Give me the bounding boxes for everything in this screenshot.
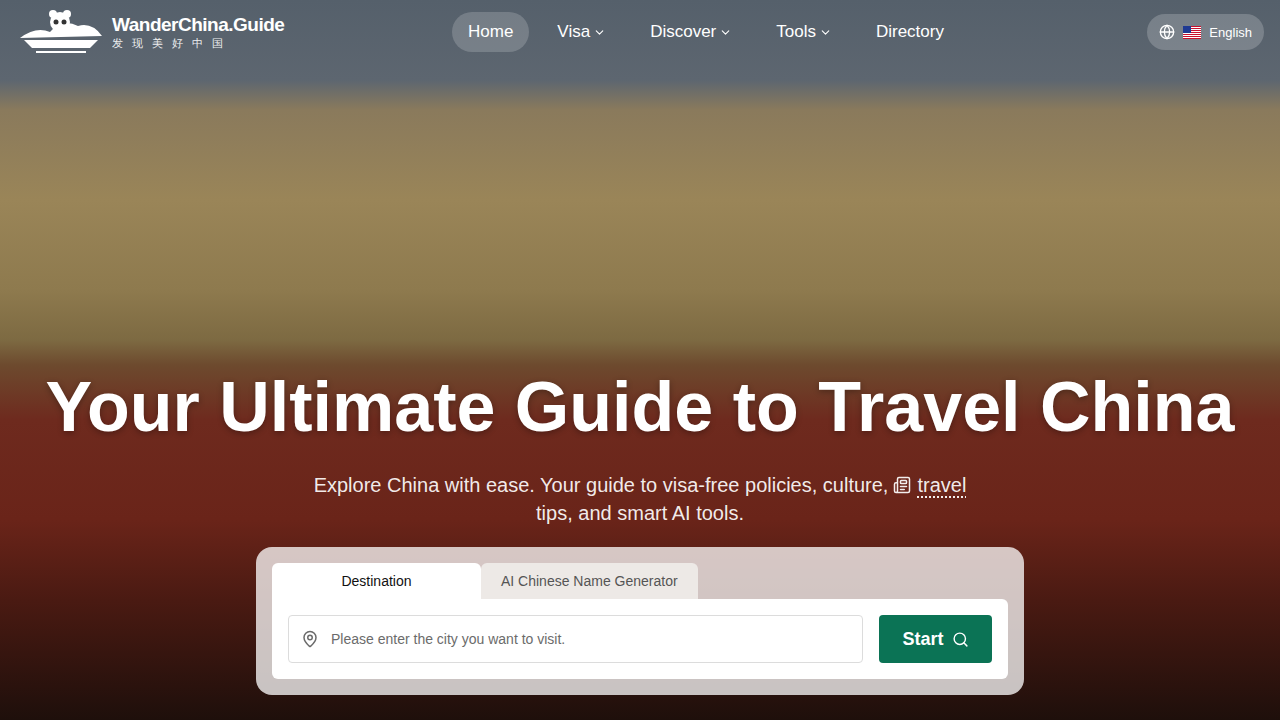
logo-tagline: 发 现 美 好 中 国 xyxy=(112,36,284,50)
search-panel: Start xyxy=(272,599,1008,679)
search-tabs: DestinationAI Chinese Name Generator xyxy=(272,563,1008,599)
logo-title: WanderChina.Guide xyxy=(112,14,284,36)
map-pin-icon xyxy=(301,630,319,648)
main-nav: Home Visa Discover Tools Directory xyxy=(452,12,960,52)
search-tab[interactable]: AI Chinese Name Generator xyxy=(481,563,698,599)
start-button[interactable]: Start xyxy=(879,615,992,663)
logo-text: WanderChina.Guide发 现 美 好 中 国 xyxy=(112,14,284,50)
newspaper-icon xyxy=(893,476,911,494)
nav-item[interactable]: Visa xyxy=(541,12,622,52)
us-flag-icon xyxy=(1183,26,1201,39)
hero: Your Ultimate Guide to Travel China Explo… xyxy=(0,64,1280,720)
globe-icon xyxy=(1159,24,1175,40)
nav-item[interactable]: Directory xyxy=(860,12,960,52)
page: WanderChina.Guide发 现 美 好 中 国 Home Visa Disc… xyxy=(0,0,1280,720)
nav-item[interactable]: Tools xyxy=(760,12,848,52)
search-icon xyxy=(952,631,969,648)
destination-input[interactable] xyxy=(329,630,850,648)
destination-field[interactable] xyxy=(288,615,863,663)
chevron-down-icon xyxy=(593,26,606,39)
travel-link[interactable]: travel xyxy=(917,474,966,496)
chevron-down-icon xyxy=(719,26,732,39)
logo[interactable]: WanderChina.Guide发 现 美 好 中 国 xyxy=(16,8,452,56)
header: WanderChina.Guide发 现 美 好 中 国 Home Visa Disc… xyxy=(0,0,1280,64)
language-button[interactable]: English xyxy=(1147,14,1264,50)
chevron-down-icon xyxy=(819,26,832,39)
nav-item[interactable]: Home xyxy=(452,12,529,52)
nav-item[interactable]: Discover xyxy=(634,12,748,52)
search-tab[interactable]: Destination xyxy=(272,563,481,599)
panda-logo-icon xyxy=(16,8,106,56)
search-card: DestinationAI Chinese Name Generator Star… xyxy=(256,547,1024,695)
hero-title: Your Ultimate Guide to Travel China xyxy=(46,367,1235,447)
hero-subtitle: Explore China with ease. Your guide to v… xyxy=(300,471,980,527)
